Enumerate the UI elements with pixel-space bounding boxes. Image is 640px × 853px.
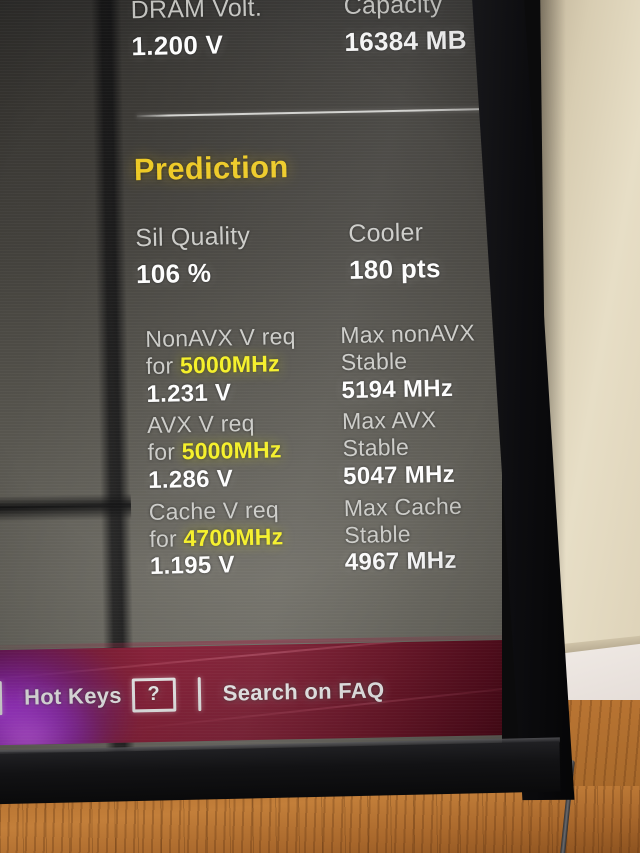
footer-items: Hot Keys ? Search on FAQ [0, 639, 502, 746]
prediction-row-avx: AVX V req for 5000MHz Max AVX Stable 1.2… [147, 405, 502, 494]
avx-vreq-value: 1.286 V [147, 465, 234, 494]
max-nonavx-value: 5194 MHz [341, 374, 454, 404]
prediction-rows: NonAVX V req for 5000MHz Max nonAVX Stab… [145, 319, 502, 586]
cooler-value: 180 pts [348, 253, 442, 285]
nonavx-vreq-value: 1.231 V [146, 378, 232, 408]
max-cache-label: Max Cache [343, 492, 463, 521]
cache-vreq-labels: Cache V req for 4700MHz [149, 496, 345, 552]
nonavx-vreq-freq-line: for 5000MHz [146, 350, 341, 380]
max-nonavx-label: Max nonAVX [340, 319, 476, 349]
nonavx-vreq-labels: NonAVX V req for 5000MHz [145, 323, 341, 379]
footer-separator-2 [197, 676, 202, 711]
avx-vreq-label: AVX V req [146, 410, 255, 439]
summary-stats-row: Sil Quality 106 % Cooler 180 pts [135, 216, 502, 289]
sil-quality-stat: Sil Quality 106 % [135, 220, 349, 289]
section-divider [136, 107, 502, 118]
avx-vreq-freq-line: for 5000MHz [147, 436, 342, 466]
search-on-faq-label: Search on FAQ [222, 676, 385, 706]
sil-quality-label: Sil Quality [135, 221, 251, 253]
max-avx-labels: Max AVX Stable [342, 405, 502, 462]
max-avx-value: 5047 MHz [342, 460, 456, 490]
prediction-section-title: Prediction [133, 149, 289, 188]
avx-vreq-labels: AVX V req for 5000MHz [147, 409, 343, 465]
cooler-label: Cooler [348, 218, 424, 248]
monitor-screen: DRAM Volt. 1.200 V Capacity 16384 MB Pre… [0, 0, 502, 752]
dram-volt-label: DRAM Volt. [130, 0, 263, 25]
avx-target-frequency: 5000MHz [181, 436, 282, 465]
dram-volt-value: 1.200 V [131, 29, 224, 62]
footer-separator-1 [0, 680, 3, 715]
memory-stats-row: DRAM Volt. 1.200 V Capacity 16384 MB [130, 0, 502, 61]
nonavx-target-frequency: 5000MHz [179, 350, 281, 379]
cache-vreq-label: Cache V req [148, 496, 280, 525]
hot-keys-label: Hot Keys [23, 682, 123, 710]
left-column-fields [0, 0, 66, 696]
cache-target-frequency: 4700MHz [183, 522, 284, 551]
prediction-row-nonavx: NonAVX V req for 5000MHz Max nonAVX Stab… [145, 319, 502, 408]
dram-volt-stat: DRAM Volt. 1.200 V [130, 0, 344, 61]
max-nonavx-labels: Max nonAVX Stable [340, 319, 502, 376]
max-nonavx-stable-label: Stable [340, 347, 408, 375]
hotkey-footer-bar: Hot Keys ? Search on FAQ [0, 638, 502, 747]
photo-scene: DRAM Volt. 1.200 V Capacity 16384 MB Pre… [0, 0, 640, 853]
question-mark-keycap-icon: ? [131, 677, 177, 712]
sil-quality-value: 106 % [135, 257, 212, 290]
search-on-faq-button[interactable]: Search on FAQ [223, 677, 385, 706]
nonavx-vreq-label: NonAVX V req [145, 323, 296, 353]
hot-keys-button[interactable]: Hot Keys ? [23, 677, 177, 714]
nonavx-for-word: for [145, 352, 174, 379]
max-cache-labels: Max Cache Stable [344, 492, 502, 549]
cooler-stat: Cooler 180 pts [348, 216, 502, 285]
cache-vreq-value: 1.195 V [149, 551, 236, 581]
max-avx-stable-label: Stable [342, 433, 410, 462]
avx-for-word: for [147, 438, 176, 466]
max-cache-value: 4967 MHz [344, 547, 457, 577]
column-separator-shadow [0, 493, 132, 523]
prediction-row-cache: Cache V req for 4700MHz Max Cache Stable [149, 492, 502, 581]
cache-for-word: for [149, 524, 178, 552]
max-cache-stable-label: Stable [344, 520, 411, 548]
cache-vreq-freq-line: for 4700MHz [149, 523, 344, 553]
max-avx-label: Max AVX [341, 406, 437, 435]
